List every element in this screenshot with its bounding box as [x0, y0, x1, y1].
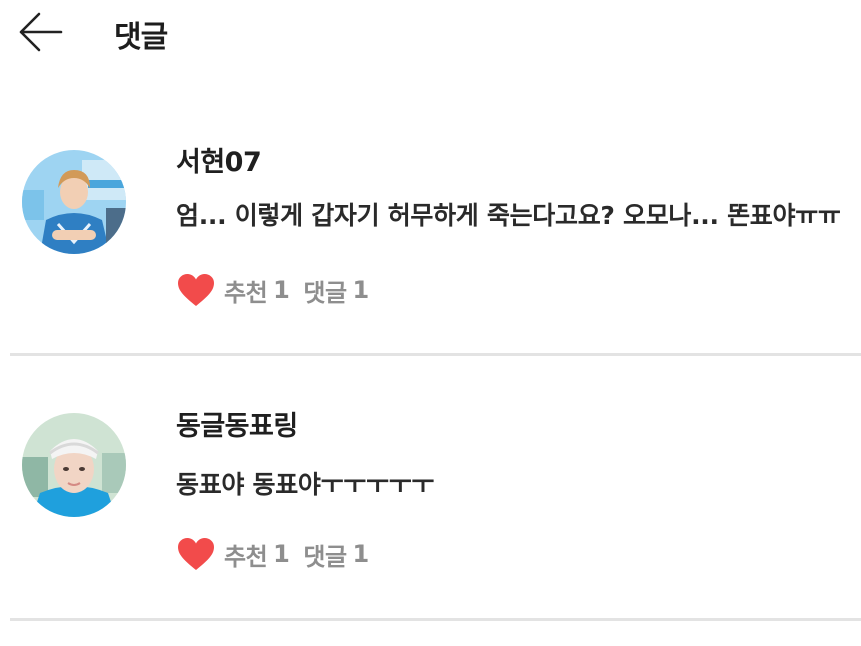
like-count: 1	[273, 540, 290, 568]
reply-button[interactable]: 댓글	[303, 537, 347, 572]
reply-button[interactable]: 댓글	[303, 273, 347, 308]
comment-text: 엄... 이렇게 갑자기 허무하게 죽는다고요? 오모나... 똔표야ㅠㅠ	[176, 201, 841, 230]
avatar[interactable]	[22, 150, 126, 254]
comment-author[interactable]: 동글동표링	[176, 404, 298, 443]
reply-count: 1	[352, 276, 370, 304]
arrow-left-icon	[19, 12, 63, 52]
like-button[interactable]	[176, 534, 216, 574]
back-button[interactable]	[14, 8, 66, 56]
divider	[10, 618, 861, 621]
like-count: 1	[273, 276, 290, 304]
comment-item: 동글동표링 동표야 동표야ㅜㅜㅜㅜㅜ 추천 1 댓글 1	[0, 356, 861, 621]
comment-actions: 추천 1 댓글 1	[176, 270, 369, 310]
comment-text: 동표야 동표야ㅜㅜㅜㅜㅜ	[176, 470, 435, 499]
page-title: 댓글	[114, 20, 168, 55]
comment-item: 서현07 엄... 이렇게 갑자기 허무하게 죽는다고요? 오모나... 똔표야…	[0, 90, 861, 355]
reply-count: 1	[352, 540, 370, 568]
like-button[interactable]	[176, 270, 216, 310]
app-header: 댓글	[0, 0, 861, 70]
heart-icon	[178, 274, 214, 306]
heart-icon	[178, 538, 214, 570]
user-photo-avatar	[22, 150, 126, 254]
user-photo-avatar	[22, 413, 126, 517]
like-label: 추천	[224, 542, 268, 571]
comment-actions: 추천 1 댓글 1	[176, 534, 369, 574]
like-label: 추천	[224, 278, 268, 307]
comment-author[interactable]: 서현07	[176, 140, 262, 179]
avatar[interactable]	[22, 413, 126, 517]
